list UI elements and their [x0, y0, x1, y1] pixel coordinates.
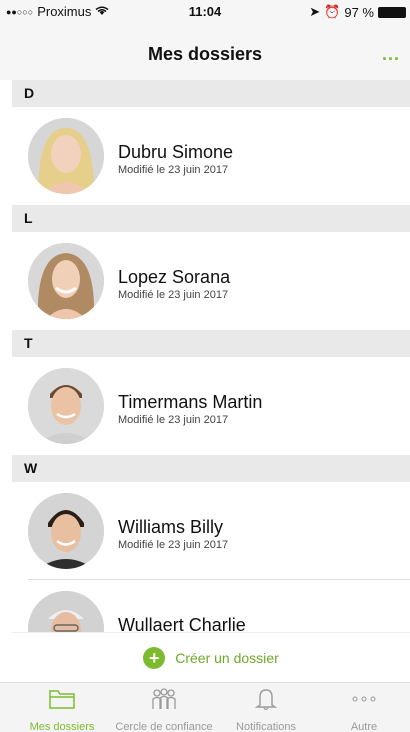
create-dossier-label: Créer un dossier	[175, 650, 279, 666]
location-arrow-icon: ➤	[309, 4, 321, 19]
battery-percent: 97 %	[344, 4, 374, 20]
tab-bar: Mes dossiers Cercle de confiance Notific…	[0, 682, 410, 732]
list-item-wullaert-charlie[interactable]: Wullaert Charlie	[12, 580, 410, 632]
section-header-l: L	[12, 205, 410, 232]
tab-label: Notifications	[236, 721, 296, 732]
avatar	[28, 591, 104, 632]
list-item-williams-billy[interactable]: Williams Billy Modifié le 23 juin 2017	[12, 482, 410, 580]
tab-label: Cercle de confiance	[115, 721, 213, 732]
tab-cercle-de-confiance[interactable]: Cercle de confiance	[114, 687, 214, 732]
section-header-t: T	[12, 330, 410, 357]
tab-label: Mes dossiers	[29, 721, 95, 732]
tab-label: Autre	[350, 721, 378, 732]
people-icon	[114, 687, 214, 711]
plus-circle-icon: +	[143, 647, 166, 669]
contact-name: Williams Billy	[118, 517, 223, 537]
list-item-lopez-sorana[interactable]: Lopez Sorana Modifié le 23 juin 2017	[12, 232, 410, 330]
more-options-button[interactable]: ...	[382, 44, 400, 65]
contact-name: Timermans Martin	[118, 392, 263, 412]
avatar	[28, 118, 104, 194]
modified-date: Modifié le 23 juin 2017	[118, 289, 229, 301]
avatar	[28, 368, 104, 444]
modified-date: Modifié le 23 juin 2017	[118, 164, 229, 176]
avatar	[28, 243, 104, 319]
status-right: ➤ ⏰ 97 %	[309, 4, 406, 20]
page-title: Mes dossiers	[147, 44, 263, 64]
contact-name: Wullaert Charlie	[118, 615, 246, 632]
list-item-timermans-martin[interactable]: Timermans Martin Modifié le 23 juin 2017	[12, 357, 410, 455]
section-header-d: D	[12, 80, 410, 107]
contact-name: Lopez Sorana	[118, 267, 231, 287]
battery-icon	[378, 6, 406, 18]
contact-name: Dubru Simone	[118, 142, 234, 162]
more-dots-icon	[318, 687, 410, 711]
navigation-bar: Mes dossiers ...	[0, 22, 410, 80]
create-dossier-button[interactable]: + Créer un dossier	[12, 632, 410, 682]
avatar	[28, 493, 104, 569]
dossier-list[interactable]: D Dubru Simone Modifié le 23 juin 2017 L…	[12, 80, 410, 632]
folder-icon	[12, 687, 112, 711]
bell-icon	[216, 687, 316, 711]
status-bar: ●●○○○ Proximus 11:04 ➤ ⏰ 97 %	[0, 0, 410, 22]
tab-autre[interactable]: Autre	[318, 687, 410, 732]
modified-date: Modifié le 23 juin 2017	[118, 414, 229, 426]
section-header-w: W	[12, 455, 410, 482]
list-item-dubru-simone[interactable]: Dubru Simone Modifié le 23 juin 2017	[12, 107, 410, 205]
tab-notifications[interactable]: Notifications	[216, 687, 316, 732]
tab-mes-dossiers[interactable]: Mes dossiers	[12, 687, 112, 732]
modified-date: Modifié le 23 juin 2017	[118, 539, 229, 551]
alarm-icon: ⏰	[324, 4, 341, 19]
